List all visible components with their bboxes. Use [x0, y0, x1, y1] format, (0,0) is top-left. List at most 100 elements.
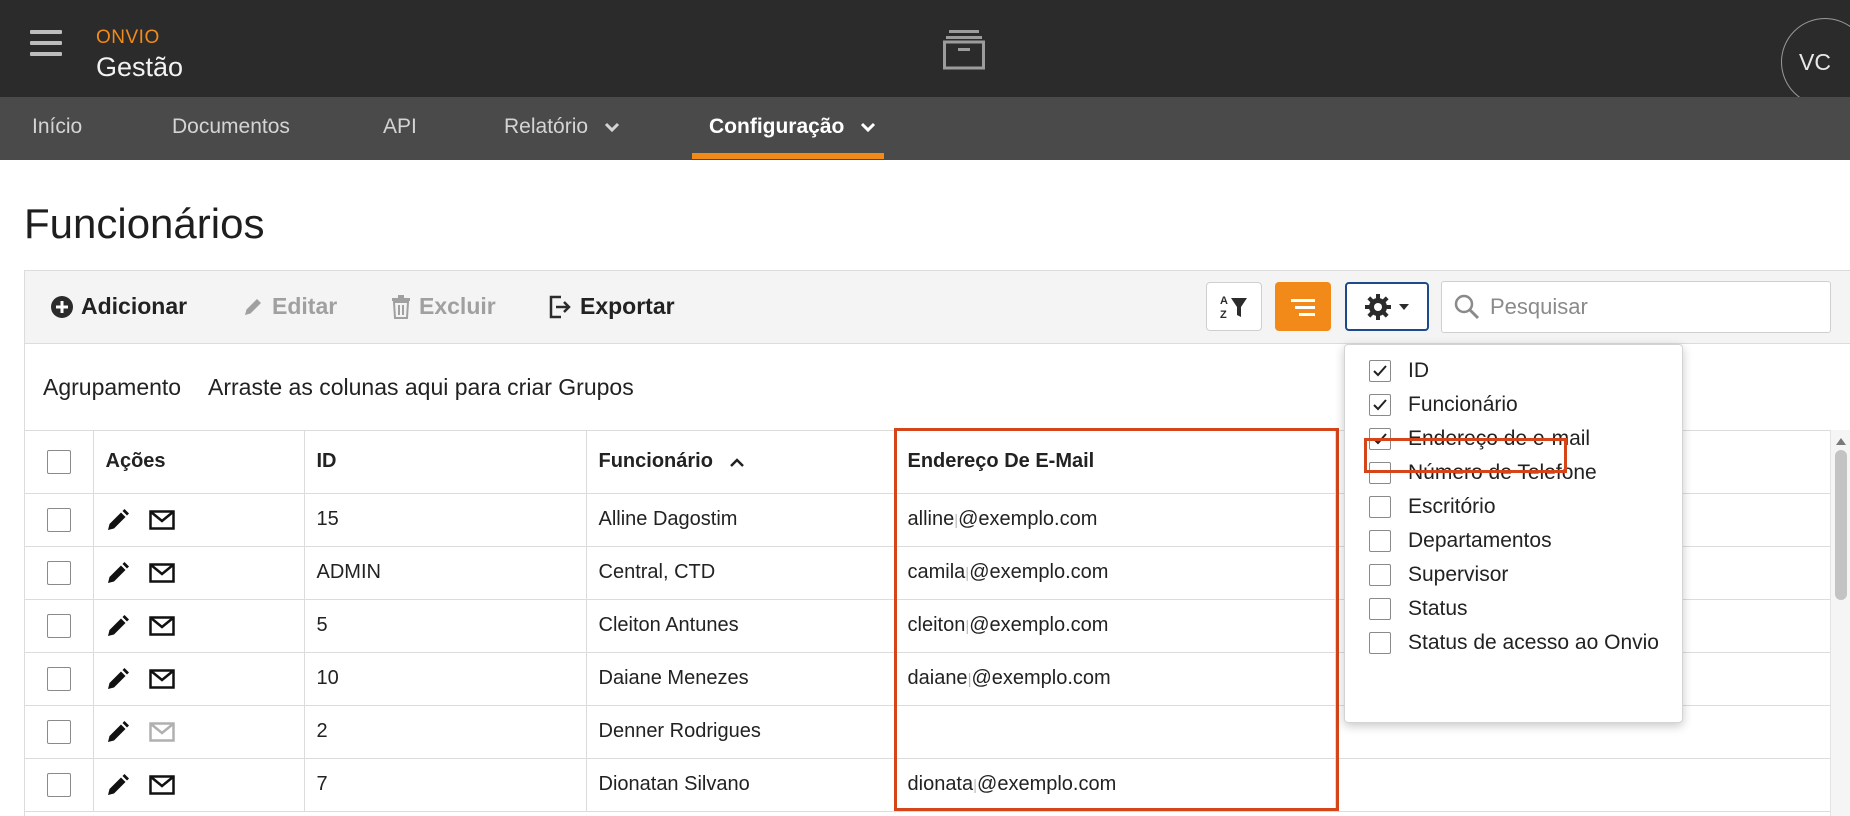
checked-checkbox[interactable]	[1369, 360, 1391, 382]
checkmark-icon	[1373, 399, 1387, 411]
grid-toolbar: Adicionar Editar Excluir Exportar A Z	[24, 270, 1850, 344]
email-user: cleiton	[907, 614, 966, 636]
nav-item-configuracao[interactable]: Configuração	[709, 97, 876, 160]
row-id-cell: ADMIN	[304, 546, 587, 600]
column-option[interactable]: ID	[1369, 357, 1429, 385]
unchecked-checkbox[interactable]	[1369, 598, 1391, 620]
column-option[interactable]: Departamentos	[1369, 527, 1552, 555]
row-employee-cell: Denner Rodrigues	[586, 705, 896, 759]
employee-id: 7	[316, 773, 328, 795]
row-checkbox[interactable]	[46, 772, 71, 797]
row-email-cell: cleiton|@exemplo.com	[895, 599, 1336, 653]
employee-name: Dionatan Silvano	[598, 773, 750, 795]
envelope-icon[interactable]	[149, 774, 175, 795]
row-checkbox[interactable]	[46, 666, 71, 691]
search-input[interactable]	[1490, 294, 1810, 320]
unchecked-checkbox[interactable]	[1369, 632, 1391, 654]
unchecked-checkbox[interactable]	[1369, 496, 1391, 518]
pencil-icon[interactable]	[106, 508, 130, 532]
unchecked-checkbox[interactable]	[1369, 462, 1391, 484]
nav-item-documentos[interactable]: Documentos	[172, 97, 290, 160]
checkmark-icon	[1373, 433, 1387, 445]
export-button[interactable]: Exportar	[548, 293, 675, 320]
pencil-icon[interactable]	[106, 561, 130, 585]
column-option-label: Departamentos	[1408, 529, 1552, 552]
row-employee-cell: Daiane Menezes	[586, 652, 896, 706]
sort-az-filter-icon: A Z	[1220, 295, 1247, 321]
column-option[interactable]: Escritório	[1369, 493, 1496, 521]
column-settings-button[interactable]	[1345, 282, 1429, 331]
pencil-icon[interactable]	[106, 614, 130, 638]
envelope-icon[interactable]	[149, 668, 175, 689]
row-checkbox[interactable]	[46, 507, 71, 532]
scroll-up-arrow-icon[interactable]	[1836, 438, 1846, 445]
search-icon	[1454, 294, 1480, 320]
nav-item-api[interactable]: API	[383, 97, 417, 160]
pencil-icon[interactable]	[106, 773, 130, 797]
nav-item-relatorio[interactable]: Relatório	[504, 97, 620, 160]
column-option[interactable]: Funcionário	[1369, 391, 1518, 419]
row-email-cell	[895, 705, 1336, 759]
checked-checkbox[interactable]	[1369, 394, 1391, 416]
column-option[interactable]: Supervisor	[1369, 561, 1508, 589]
caret-down-icon	[1399, 303, 1409, 310]
row-checkbox[interactable]	[46, 613, 71, 638]
select-all-checkbox[interactable]	[46, 449, 71, 474]
column-header-funcionario[interactable]: Funcionário	[586, 431, 896, 494]
sort-ascending-icon	[729, 458, 744, 467]
column-header-acoes[interactable]: Ações	[93, 431, 305, 494]
column-option[interactable]: Endereço de e-mail	[1369, 425, 1590, 453]
row-employee-cell: Central, CTD	[586, 546, 896, 600]
trash-icon	[392, 294, 410, 319]
employee-name: Denner Rodrigues	[598, 720, 761, 742]
pencil-icon[interactable]	[106, 667, 130, 691]
column-option-label: Status de acesso ao Onvio	[1408, 631, 1659, 654]
envelope-icon	[149, 721, 175, 742]
group-list-icon	[1291, 298, 1315, 316]
pencil-icon[interactable]	[106, 720, 130, 744]
row-id-cell: 5	[304, 599, 587, 653]
row-actions-cell	[93, 546, 305, 600]
grouping-toggle-button[interactable]	[1275, 282, 1331, 331]
add-button[interactable]: Adicionar	[51, 293, 187, 320]
row-email-cell: alline|@exemplo.com	[895, 493, 1336, 547]
archive-box-icon[interactable]	[943, 28, 985, 70]
hamburger-icon[interactable]	[30, 30, 62, 62]
email-domain: @exemplo.com	[977, 773, 1117, 795]
column-option[interactable]: Número de Telefone	[1369, 459, 1597, 487]
edit-button[interactable]: Editar	[242, 293, 337, 320]
checked-checkbox[interactable]	[1369, 428, 1391, 450]
column-header-id[interactable]: ID	[304, 431, 587, 494]
column-option-label: Status	[1408, 597, 1468, 620]
nav-item-inicio[interactable]: Início	[32, 97, 82, 160]
email-domain: @exemplo.com	[969, 614, 1109, 636]
row-actions-cell	[93, 758, 305, 812]
employee-name: Cleiton Antunes	[598, 614, 739, 636]
brand-name: ONVIO	[96, 27, 160, 48]
unchecked-checkbox[interactable]	[1369, 530, 1391, 552]
row-employee-cell: Dionatan Silvano	[586, 758, 896, 812]
active-tab-indicator	[692, 153, 884, 159]
svg-text:A: A	[1220, 295, 1228, 307]
checkmark-icon	[1373, 365, 1387, 377]
column-option[interactable]: Status de acesso ao Onvio	[1369, 629, 1659, 657]
chevron-down-icon	[604, 122, 619, 133]
column-option[interactable]: Status	[1369, 595, 1468, 623]
employee-id: ADMIN	[316, 561, 381, 583]
table-row[interactable]: 7 Dionatan Silvano dionata|@exemplo.com	[25, 758, 1831, 812]
row-checkbox[interactable]	[46, 560, 71, 585]
user-avatar[interactable]: VC	[1781, 18, 1850, 106]
product-name: Gestão	[96, 52, 184, 82]
grid-vertical-scrollbar[interactable]	[1830, 430, 1850, 816]
envelope-icon[interactable]	[149, 562, 175, 583]
row-select-cell	[25, 599, 94, 653]
envelope-icon[interactable]	[149, 615, 175, 636]
unchecked-checkbox[interactable]	[1369, 564, 1391, 586]
envelope-icon[interactable]	[149, 509, 175, 530]
column-header-email[interactable]: Endereço De E-Mail	[895, 431, 1336, 494]
row-employee-cell: Alline Dagostim	[586, 493, 896, 547]
row-checkbox[interactable]	[46, 719, 71, 744]
sort-filter-button[interactable]: A Z	[1206, 282, 1262, 331]
delete-button[interactable]: Excluir	[391, 293, 496, 320]
scrollbar-thumb[interactable]	[1835, 450, 1847, 600]
